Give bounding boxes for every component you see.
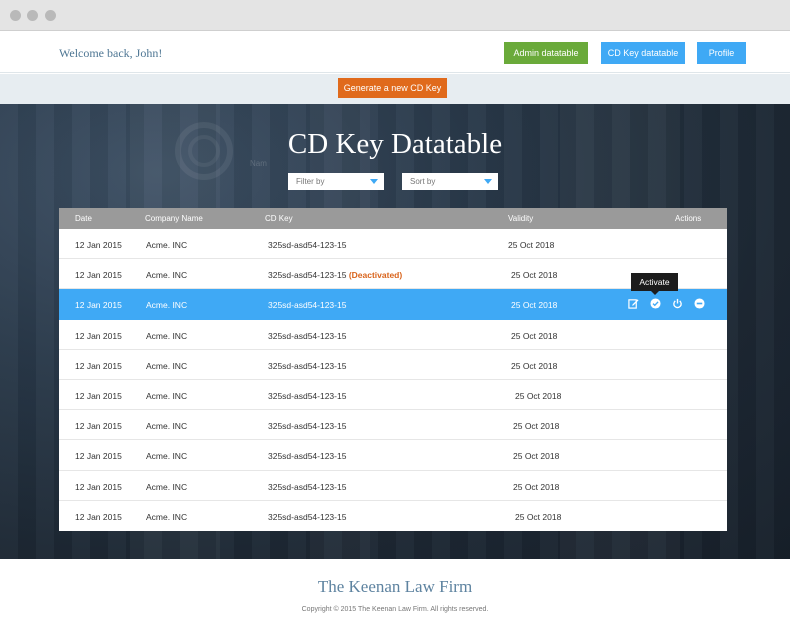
cd-key-value: 325sd-asd54-123-15 [268, 390, 347, 401]
window-close-dot[interactable] [10, 10, 21, 21]
cell-company: Acme. INC [146, 421, 188, 432]
cell-validity: 25 Oct 2018 [508, 240, 555, 250]
table-row[interactable]: 12 Jan 2015 Acme. INC 325sd-asd54-123-15… [59, 229, 727, 260]
cell-cd-key: 325sd-asd54-123-15 [268, 451, 346, 461]
cell-date: 12 Jan 2015 [75, 421, 122, 432]
table-row[interactable]: 12 Jan 2015 Acme. INC 325sd-asd54-123-15… [59, 440, 727, 471]
filter-by-value: Filter by [296, 177, 325, 186]
admin-datatable-button[interactable]: Admin datatable [504, 42, 588, 64]
cell-cd-key: 325sd-asd54-123-15 [268, 391, 346, 401]
profile-button[interactable]: Profile [697, 42, 746, 64]
cd-key-value: 325sd-asd54-123-15 [268, 421, 347, 432]
cell-company: Acme. INC [146, 240, 188, 250]
table-row[interactable]: 12 Jan 2015 Acme. INC 325sd-asd54-123-15… [59, 349, 727, 380]
caret-down-icon [484, 179, 492, 184]
generate-cd-key-button[interactable]: Generate a new CD Key [338, 78, 447, 98]
window-minimize-dot[interactable] [27, 10, 38, 21]
cell-validity: 25 Oct 2018 [513, 451, 560, 462]
browser-chrome [0, 0, 790, 31]
welcome-message: Welcome back, John! [59, 46, 163, 60]
cell-cd-key: 325sd-asd54-123-15 (Deactivated) [268, 270, 402, 280]
browser-window: Welcome back, John! Admin datatable CD K… [0, 0, 790, 630]
cell-cd-key: 325sd-asd54-123-15 [268, 240, 346, 250]
column-header-actions: Actions [675, 214, 702, 223]
activate-tooltip: Activate [631, 273, 678, 295]
cell-validity: 25 Oct 2018 [511, 330, 558, 341]
cell-cd-key: 325sd-asd54-123-15 [268, 421, 346, 431]
filter-by-select[interactable]: Filter by [288, 173, 384, 190]
page-title: CD Key Datatable [287, 128, 503, 160]
cell-date: 12 Jan 2015 [75, 330, 122, 341]
cdkey-datatable-button[interactable]: CD Key datatable [601, 42, 685, 64]
cell-cd-key: 325sd-asd54-123-15 [268, 300, 346, 310]
check-circle-icon[interactable] [650, 298, 661, 309]
window-maximize-dot[interactable] [45, 10, 56, 21]
cell-validity: 25 Oct 2018 [511, 360, 558, 371]
sort-by-select[interactable]: Sort by [402, 173, 498, 190]
hero-section: Nam CD Key Datatable Filter by Sort by D… [0, 104, 790, 559]
table-row[interactable]: 12 Jan 2015 Acme. INC 325sd-asd54-123-15… [59, 379, 727, 411]
cell-company: Acme. INC [146, 300, 188, 311]
cd-key-value: 325sd-asd54-123-15 [268, 481, 347, 492]
table-header: Date Company Name CD Key Validity Action… [59, 208, 727, 229]
cell-date: 12 Jan 2015 [75, 360, 122, 371]
cell-validity: 25 Oct 2018 [515, 511, 562, 522]
cell-validity: 25 Oct 2018 [513, 421, 560, 432]
cell-date: 12 Jan 2015 [75, 481, 122, 492]
cd-key-value: 325sd-asd54-123-15 [268, 270, 347, 281]
cell-validity: 25 Oct 2018 [513, 481, 560, 492]
cd-key-value: 325sd-asd54-123-15 [268, 300, 347, 311]
cell-cd-key: 325sd-asd54-123-15 [268, 331, 346, 341]
cell-date: 12 Jan 2015 [75, 390, 122, 401]
cell-validity: 25 Oct 2018 [515, 390, 562, 401]
cell-cd-key: 325sd-asd54-123-15 [268, 361, 346, 371]
cd-key-value: 325sd-asd54-123-15 [268, 240, 347, 250]
cell-company: Acme. INC [146, 330, 188, 341]
cell-validity: 25 Oct 2018 [511, 270, 558, 281]
table-row[interactable]: 12 Jan 2015 Acme. INC 325sd-asd54-123-15… [59, 259, 727, 290]
cd-key-value: 325sd-asd54-123-15 [268, 511, 347, 522]
cd-key-value: 325sd-asd54-123-15 [268, 451, 347, 462]
row-actions [628, 298, 705, 310]
cell-validity: 25 Oct 2018 [511, 300, 558, 311]
cell-date: 12 Jan 2015 [75, 240, 122, 250]
cell-company: Acme. INC [146, 270, 188, 281]
cell-date: 12 Jan 2015 [75, 451, 122, 462]
cd-key-table: Date Company Name CD Key Validity Action… [59, 208, 727, 531]
footer-brand: The Keenan Law Firm [317, 577, 473, 596]
column-header-date[interactable]: Date [75, 214, 92, 223]
caret-down-icon [370, 179, 378, 184]
cell-company: Acme. INC [146, 451, 188, 462]
column-header-validity[interactable]: Validity [508, 214, 533, 223]
cd-key-value: 325sd-asd54-123-15 [268, 330, 347, 341]
cd-key-value: 325sd-asd54-123-15 [268, 360, 347, 371]
sort-by-value: Sort by [410, 177, 436, 186]
cell-date: 12 Jan 2015 [75, 270, 122, 281]
table-row-selected[interactable]: 12 Jan 2015 Acme. INC 325sd-asd54-123-15… [59, 289, 727, 320]
power-icon[interactable] [672, 298, 683, 309]
edit-icon[interactable] [628, 298, 639, 310]
cell-company: Acme. INC [146, 511, 188, 522]
cell-date: 12 Jan 2015 [75, 300, 122, 311]
cell-company: Acme. INC [146, 481, 188, 492]
column-header-company[interactable]: Company Name [145, 214, 203, 223]
cell-company: Acme. INC [146, 360, 188, 371]
column-header-cd-key[interactable]: CD Key [265, 214, 293, 223]
table-row[interactable]: 12 Jan 2015 Acme. INC 325sd-asd54-123-15… [59, 500, 727, 531]
deactivated-badge: (Deactivated) [348, 270, 403, 281]
footer-copyright: Copyright © 2015 The Keenan Law Firm. Al… [301, 606, 489, 613]
cell-cd-key: 325sd-asd54-123-15 [268, 512, 346, 522]
top-header: Welcome back, John! Admin datatable CD K… [0, 32, 790, 73]
cell-date: 12 Jan 2015 [75, 511, 122, 522]
cell-company: Acme. INC [146, 390, 188, 401]
table-row[interactable]: 12 Jan 2015 Acme. INC 325sd-asd54-123-15… [59, 319, 727, 350]
cell-cd-key: 325sd-asd54-123-15 [268, 482, 346, 492]
table-row[interactable]: 12 Jan 2015 Acme. INC 325sd-asd54-123-15… [59, 410, 727, 441]
minus-circle-icon[interactable] [694, 298, 705, 309]
table-row[interactable]: 12 Jan 2015 Acme. INC 325sd-asd54-123-15… [59, 470, 727, 501]
